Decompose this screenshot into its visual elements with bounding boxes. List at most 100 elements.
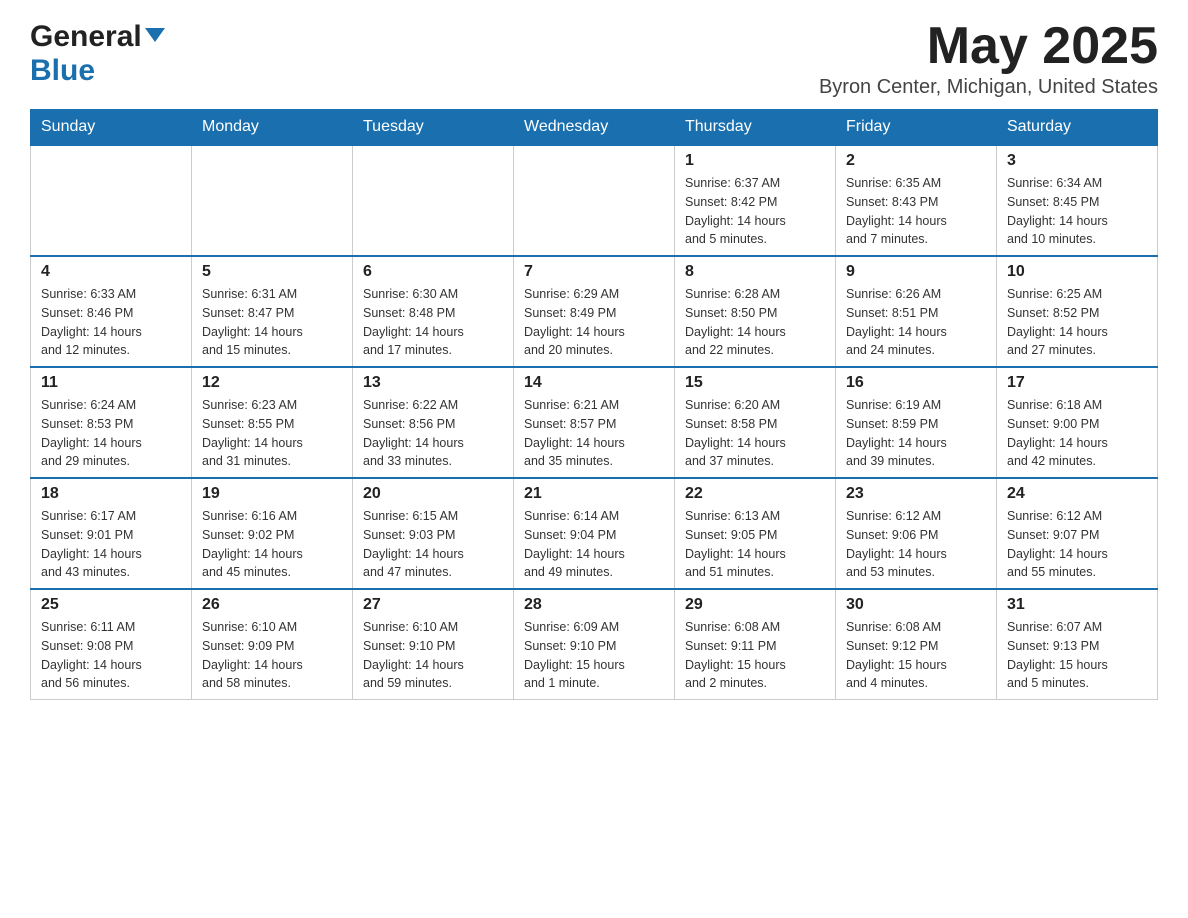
calendar-cell: 2Sunrise: 6:35 AM Sunset: 8:43 PM Daylig… xyxy=(836,145,997,256)
day-number: 3 xyxy=(1007,152,1147,170)
week-row-2: 4 Sunrise: 6:33 AM Sunset: 8:46 PM Daylig… xyxy=(31,256,1158,367)
calendar-cell: 4 Sunrise: 6:33 AM Sunset: 8:46 PM Daylig… xyxy=(31,256,192,367)
day-number: 4 xyxy=(41,263,181,281)
day-info: Sunrise: 6:17 AM Sunset: 9:01 PM Dayligh… xyxy=(41,507,181,582)
day-info: Sunrise: 6:37 AM Sunset: 8:42 PM Dayligh… xyxy=(685,174,825,249)
day-number: 22 xyxy=(685,485,825,503)
calendar-cell: 22 Sunrise: 6:13 AM Sunset: 9:05 PM Dayli… xyxy=(675,478,836,589)
day-number: 17 xyxy=(1007,374,1147,392)
column-header-thursday: Thursday xyxy=(675,110,836,146)
calendar-cell: 16Sunrise: 6:19 AM Sunset: 8:59 PM Dayli… xyxy=(836,367,997,478)
calendar-cell: 10 Sunrise: 6:25 AM Sunset: 8:52 PM Dayli… xyxy=(997,256,1158,367)
month-year-title: May 2025 xyxy=(819,20,1158,72)
day-info: Sunrise: 6:23 AM Sunset: 8:55 PM Dayligh… xyxy=(202,396,342,471)
day-number: 31 xyxy=(1007,596,1147,614)
day-info: Sunrise: 6:11 AM Sunset: 9:08 PM Dayligh… xyxy=(41,618,181,693)
day-info: Sunrise: 6:28 AM Sunset: 8:50 PM Dayligh… xyxy=(685,285,825,360)
calendar-cell: 20Sunrise: 6:15 AM Sunset: 9:03 PM Dayli… xyxy=(353,478,514,589)
day-info: Sunrise: 6:25 AM Sunset: 8:52 PM Dayligh… xyxy=(1007,285,1147,360)
day-info: Sunrise: 6:09 AM Sunset: 9:10 PM Dayligh… xyxy=(524,618,664,693)
week-row-5: 25Sunrise: 6:11 AM Sunset: 9:08 PM Dayli… xyxy=(31,589,1158,700)
calendar-cell: 28 Sunrise: 6:09 AM Sunset: 9:10 PM Dayli… xyxy=(514,589,675,700)
day-info: Sunrise: 6:08 AM Sunset: 9:12 PM Dayligh… xyxy=(846,618,986,693)
calendar-cell: 15Sunrise: 6:20 AM Sunset: 8:58 PM Dayli… xyxy=(675,367,836,478)
day-number: 9 xyxy=(846,263,986,281)
day-number: 27 xyxy=(363,596,503,614)
calendar-cell: 23Sunrise: 6:12 AM Sunset: 9:06 PM Dayli… xyxy=(836,478,997,589)
day-number: 21 xyxy=(524,485,664,503)
column-header-saturday: Saturday xyxy=(997,110,1158,146)
day-info: Sunrise: 6:15 AM Sunset: 9:03 PM Dayligh… xyxy=(363,507,503,582)
column-header-monday: Monday xyxy=(192,110,353,146)
week-row-3: 11 Sunrise: 6:24 AM Sunset: 8:53 PM Dayli… xyxy=(31,367,1158,478)
day-info: Sunrise: 6:26 AM Sunset: 8:51 PM Dayligh… xyxy=(846,285,986,360)
day-number: 15 xyxy=(685,374,825,392)
calendar-cell: 26 Sunrise: 6:10 AM Sunset: 9:09 PM Dayli… xyxy=(192,589,353,700)
calendar-cell: 29 Sunrise: 6:08 AM Sunset: 9:11 PM Dayli… xyxy=(675,589,836,700)
calendar-cell: 18 Sunrise: 6:17 AM Sunset: 9:01 PM Dayli… xyxy=(31,478,192,589)
day-number: 29 xyxy=(685,596,825,614)
calendar-cell: 3 Sunrise: 6:34 AM Sunset: 8:45 PM Daylig… xyxy=(997,145,1158,256)
calendar-cell xyxy=(192,145,353,256)
calendar-cell: 13Sunrise: 6:22 AM Sunset: 8:56 PM Dayli… xyxy=(353,367,514,478)
day-info: Sunrise: 6:18 AM Sunset: 9:00 PM Dayligh… xyxy=(1007,396,1147,471)
day-number: 6 xyxy=(363,263,503,281)
day-number: 2 xyxy=(846,152,986,170)
calendar-cell: 1 Sunrise: 6:37 AM Sunset: 8:42 PM Daylig… xyxy=(675,145,836,256)
day-info: Sunrise: 6:13 AM Sunset: 9:05 PM Dayligh… xyxy=(685,507,825,582)
day-info: Sunrise: 6:21 AM Sunset: 8:57 PM Dayligh… xyxy=(524,396,664,471)
calendar-cell: 14 Sunrise: 6:21 AM Sunset: 8:57 PM Dayli… xyxy=(514,367,675,478)
day-number: 30 xyxy=(846,596,986,614)
day-number: 16 xyxy=(846,374,986,392)
day-number: 7 xyxy=(524,263,664,281)
day-number: 26 xyxy=(202,596,342,614)
day-number: 5 xyxy=(202,263,342,281)
day-info: Sunrise: 6:07 AM Sunset: 9:13 PM Dayligh… xyxy=(1007,618,1147,693)
day-info: Sunrise: 6:30 AM Sunset: 8:48 PM Dayligh… xyxy=(363,285,503,360)
day-info: Sunrise: 6:10 AM Sunset: 9:09 PM Dayligh… xyxy=(202,618,342,693)
calendar-cell: 19Sunrise: 6:16 AM Sunset: 9:02 PM Dayli… xyxy=(192,478,353,589)
day-number: 14 xyxy=(524,374,664,392)
calendar-cell: 5 Sunrise: 6:31 AM Sunset: 8:47 PM Daylig… xyxy=(192,256,353,367)
calendar-cell: 12 Sunrise: 6:23 AM Sunset: 8:55 PM Dayli… xyxy=(192,367,353,478)
day-number: 12 xyxy=(202,374,342,392)
column-header-friday: Friday xyxy=(836,110,997,146)
day-info: Sunrise: 6:24 AM Sunset: 8:53 PM Dayligh… xyxy=(41,396,181,471)
calendar-cell: 27Sunrise: 6:10 AM Sunset: 9:10 PM Dayli… xyxy=(353,589,514,700)
calendar-cell xyxy=(353,145,514,256)
calendar-cell: 6 Sunrise: 6:30 AM Sunset: 8:48 PM Daylig… xyxy=(353,256,514,367)
day-info: Sunrise: 6:12 AM Sunset: 9:07 PM Dayligh… xyxy=(1007,507,1147,582)
week-row-4: 18 Sunrise: 6:17 AM Sunset: 9:01 PM Dayli… xyxy=(31,478,1158,589)
day-number: 10 xyxy=(1007,263,1147,281)
day-info: Sunrise: 6:14 AM Sunset: 9:04 PM Dayligh… xyxy=(524,507,664,582)
calendar-cell: 8Sunrise: 6:28 AM Sunset: 8:50 PM Daylig… xyxy=(675,256,836,367)
calendar-cell: 17 Sunrise: 6:18 AM Sunset: 9:00 PM Dayli… xyxy=(997,367,1158,478)
day-info: Sunrise: 6:16 AM Sunset: 9:02 PM Dayligh… xyxy=(202,507,342,582)
location-subtitle: Byron Center, Michigan, United States xyxy=(819,76,1158,99)
day-info: Sunrise: 6:31 AM Sunset: 8:47 PM Dayligh… xyxy=(202,285,342,360)
logo-general: General xyxy=(30,20,142,54)
day-number: 11 xyxy=(41,374,181,392)
day-number: 28 xyxy=(524,596,664,614)
day-number: 1 xyxy=(685,152,825,170)
day-info: Sunrise: 6:33 AM Sunset: 8:46 PM Dayligh… xyxy=(41,285,181,360)
day-number: 18 xyxy=(41,485,181,503)
calendar-cell: 30 Sunrise: 6:08 AM Sunset: 9:12 PM Dayli… xyxy=(836,589,997,700)
calendar-cell: 7 Sunrise: 6:29 AM Sunset: 8:49 PM Daylig… xyxy=(514,256,675,367)
column-header-sunday: Sunday xyxy=(31,110,192,146)
calendar-cell xyxy=(31,145,192,256)
day-info: Sunrise: 6:34 AM Sunset: 8:45 PM Dayligh… xyxy=(1007,174,1147,249)
day-number: 24 xyxy=(1007,485,1147,503)
logo-arrow-icon xyxy=(145,28,165,42)
logo: General Blue xyxy=(30,20,165,88)
week-row-1: 1 Sunrise: 6:37 AM Sunset: 8:42 PM Daylig… xyxy=(31,145,1158,256)
page-header: General Blue May 2025 Byron Center, Mich… xyxy=(30,20,1158,99)
column-header-wednesday: Wednesday xyxy=(514,110,675,146)
calendar-cell: 21 Sunrise: 6:14 AM Sunset: 9:04 PM Dayli… xyxy=(514,478,675,589)
calendar-cell xyxy=(514,145,675,256)
day-info: Sunrise: 6:08 AM Sunset: 9:11 PM Dayligh… xyxy=(685,618,825,693)
day-number: 13 xyxy=(363,374,503,392)
day-info: Sunrise: 6:29 AM Sunset: 8:49 PM Dayligh… xyxy=(524,285,664,360)
calendar-table: SundayMondayTuesdayWednesdayThursdayFrid… xyxy=(30,109,1158,700)
calendar-cell: 11 Sunrise: 6:24 AM Sunset: 8:53 PM Dayli… xyxy=(31,367,192,478)
